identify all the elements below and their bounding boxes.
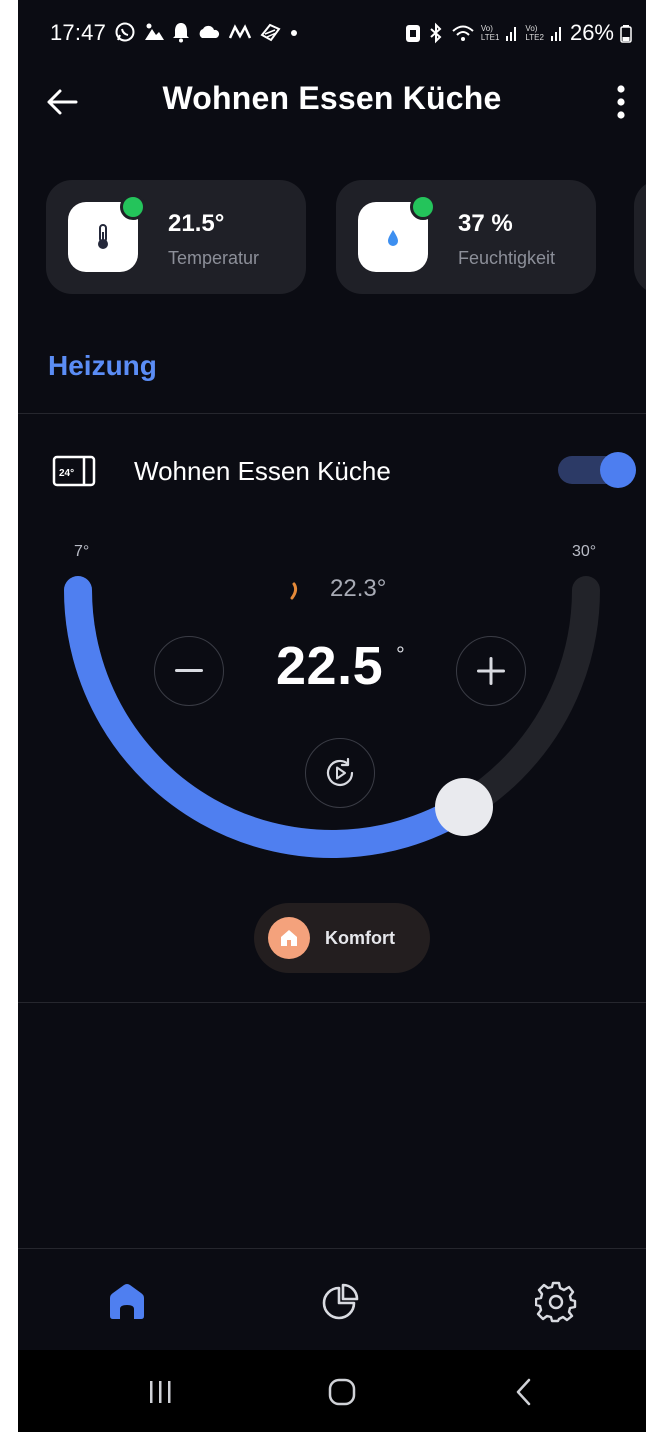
sensor-card-temperature[interactable]: 21.5° Temperatur bbox=[46, 180, 306, 294]
more-vertical-icon bbox=[617, 85, 625, 119]
plus-icon bbox=[477, 657, 505, 685]
sensor-icon-box bbox=[358, 194, 436, 272]
thermostat-display-icon: 24° bbox=[52, 455, 96, 487]
status-right: Vo) LTE1 Vo) LTE2 26% bbox=[405, 20, 632, 46]
pie-chart-icon bbox=[322, 1283, 359, 1320]
battery-saver-icon bbox=[405, 25, 420, 42]
wifi-icon bbox=[452, 25, 474, 41]
thermometer-icon bbox=[98, 224, 108, 249]
divider bbox=[18, 413, 646, 414]
back-chevron-icon bbox=[516, 1378, 531, 1406]
sensor-icon-box bbox=[68, 194, 146, 272]
heating-indicator-icon bbox=[290, 582, 298, 600]
home-icon bbox=[110, 1284, 144, 1319]
more-options-button[interactable] bbox=[606, 80, 636, 124]
bluetooth-icon bbox=[430, 22, 442, 44]
cloud-icon bbox=[199, 25, 220, 38]
section-title: Heizung bbox=[48, 350, 157, 381]
target-temperature: 22.5 bbox=[276, 636, 384, 696]
target-temperature-unit: ° bbox=[396, 642, 405, 667]
home-circle-icon bbox=[328, 1378, 356, 1406]
temperature-label: Temperatur bbox=[168, 248, 260, 268]
dot-icon bbox=[291, 30, 297, 36]
sim1-lte-text: LTE1 bbox=[480, 33, 500, 42]
online-status-dot bbox=[410, 194, 436, 220]
m-icon bbox=[228, 24, 252, 39]
lte1-signal-icon: Vo) LTE1 bbox=[481, 24, 500, 42]
nav-settings[interactable] bbox=[532, 1278, 580, 1326]
current-temperature: 22.3° bbox=[330, 575, 387, 602]
mode-label: Komfort bbox=[325, 928, 395, 948]
divider bbox=[18, 1002, 646, 1003]
system-navigation-bar bbox=[18, 1350, 646, 1432]
heating-toggle[interactable] bbox=[558, 452, 636, 488]
recents-icon bbox=[150, 1381, 171, 1403]
status-time: 17:47 bbox=[50, 20, 107, 45]
app-header: Wohnen Essen Küche bbox=[18, 68, 646, 136]
mode-icon-circle bbox=[268, 917, 310, 959]
svg-text:24°: 24° bbox=[59, 468, 74, 479]
dial-progress bbox=[64, 576, 478, 858]
temperature-value: 21.5° bbox=[168, 210, 225, 237]
online-status-dot bbox=[120, 194, 146, 220]
bottom-navigation bbox=[18, 1250, 646, 1350]
recents-button[interactable] bbox=[138, 1372, 182, 1412]
mode-comfort-chip[interactable]: Komfort bbox=[254, 903, 430, 973]
divider bbox=[18, 1248, 646, 1249]
signal-bars-icon bbox=[550, 27, 561, 41]
nav-statistics[interactable] bbox=[316, 1278, 364, 1326]
minus-icon bbox=[175, 669, 203, 672]
decrease-button[interactable] bbox=[154, 636, 224, 706]
app-screen: 17:47 Vo) LTE1 Vo) LTE2 26% Wohnen Essen… bbox=[18, 0, 646, 1432]
toggle-knob bbox=[600, 452, 636, 488]
sim2-volte-text: Vo) bbox=[525, 24, 538, 33]
battery-icon bbox=[620, 25, 632, 43]
gear-icon bbox=[535, 1281, 577, 1323]
status-bar: 17:47 Vo) LTE1 Vo) LTE2 26% bbox=[18, 0, 646, 68]
sim1-volte-text: Vo) bbox=[480, 24, 493, 33]
nav-home[interactable] bbox=[103, 1278, 151, 1326]
bell-icon bbox=[173, 23, 189, 43]
home-icon bbox=[281, 930, 297, 946]
feather-icon bbox=[260, 23, 281, 42]
signal-bars-icon bbox=[506, 27, 517, 41]
battery-percentage: 26% bbox=[569, 20, 614, 45]
water-drop-icon bbox=[388, 230, 398, 246]
schedule-play-button[interactable] bbox=[305, 738, 375, 808]
notification-icons bbox=[114, 21, 300, 43]
range-max-label: 30° bbox=[572, 543, 597, 560]
heating-device-name: Wohnen Essen Küche bbox=[134, 456, 391, 486]
dial-handle[interactable] bbox=[435, 778, 493, 836]
increase-button[interactable] bbox=[456, 636, 526, 706]
sensor-card-humidity[interactable]: 37 % Feuchtigkeit bbox=[336, 180, 596, 294]
system-home-button[interactable] bbox=[320, 1372, 364, 1412]
sim2-lte-text: LTE2 bbox=[525, 33, 544, 42]
humidity-value: 37 % bbox=[458, 210, 513, 237]
range-min-label: 7° bbox=[74, 543, 90, 560]
page-title: Wohnen Essen Küche bbox=[162, 80, 502, 116]
humidity-label: Feuchtigkeit bbox=[458, 248, 556, 268]
sensor-cards: 21.5° Temperatur 37 % Feuchtigkeit bbox=[46, 180, 646, 296]
whatsapp-icon bbox=[115, 22, 135, 42]
system-back-button[interactable] bbox=[502, 1372, 546, 1412]
lte2-signal-icon: Vo) LTE2 bbox=[525, 24, 544, 42]
sensor-card-partial[interactable] bbox=[634, 180, 646, 294]
schedule-play-icon bbox=[326, 757, 354, 786]
image-icon bbox=[145, 23, 164, 40]
